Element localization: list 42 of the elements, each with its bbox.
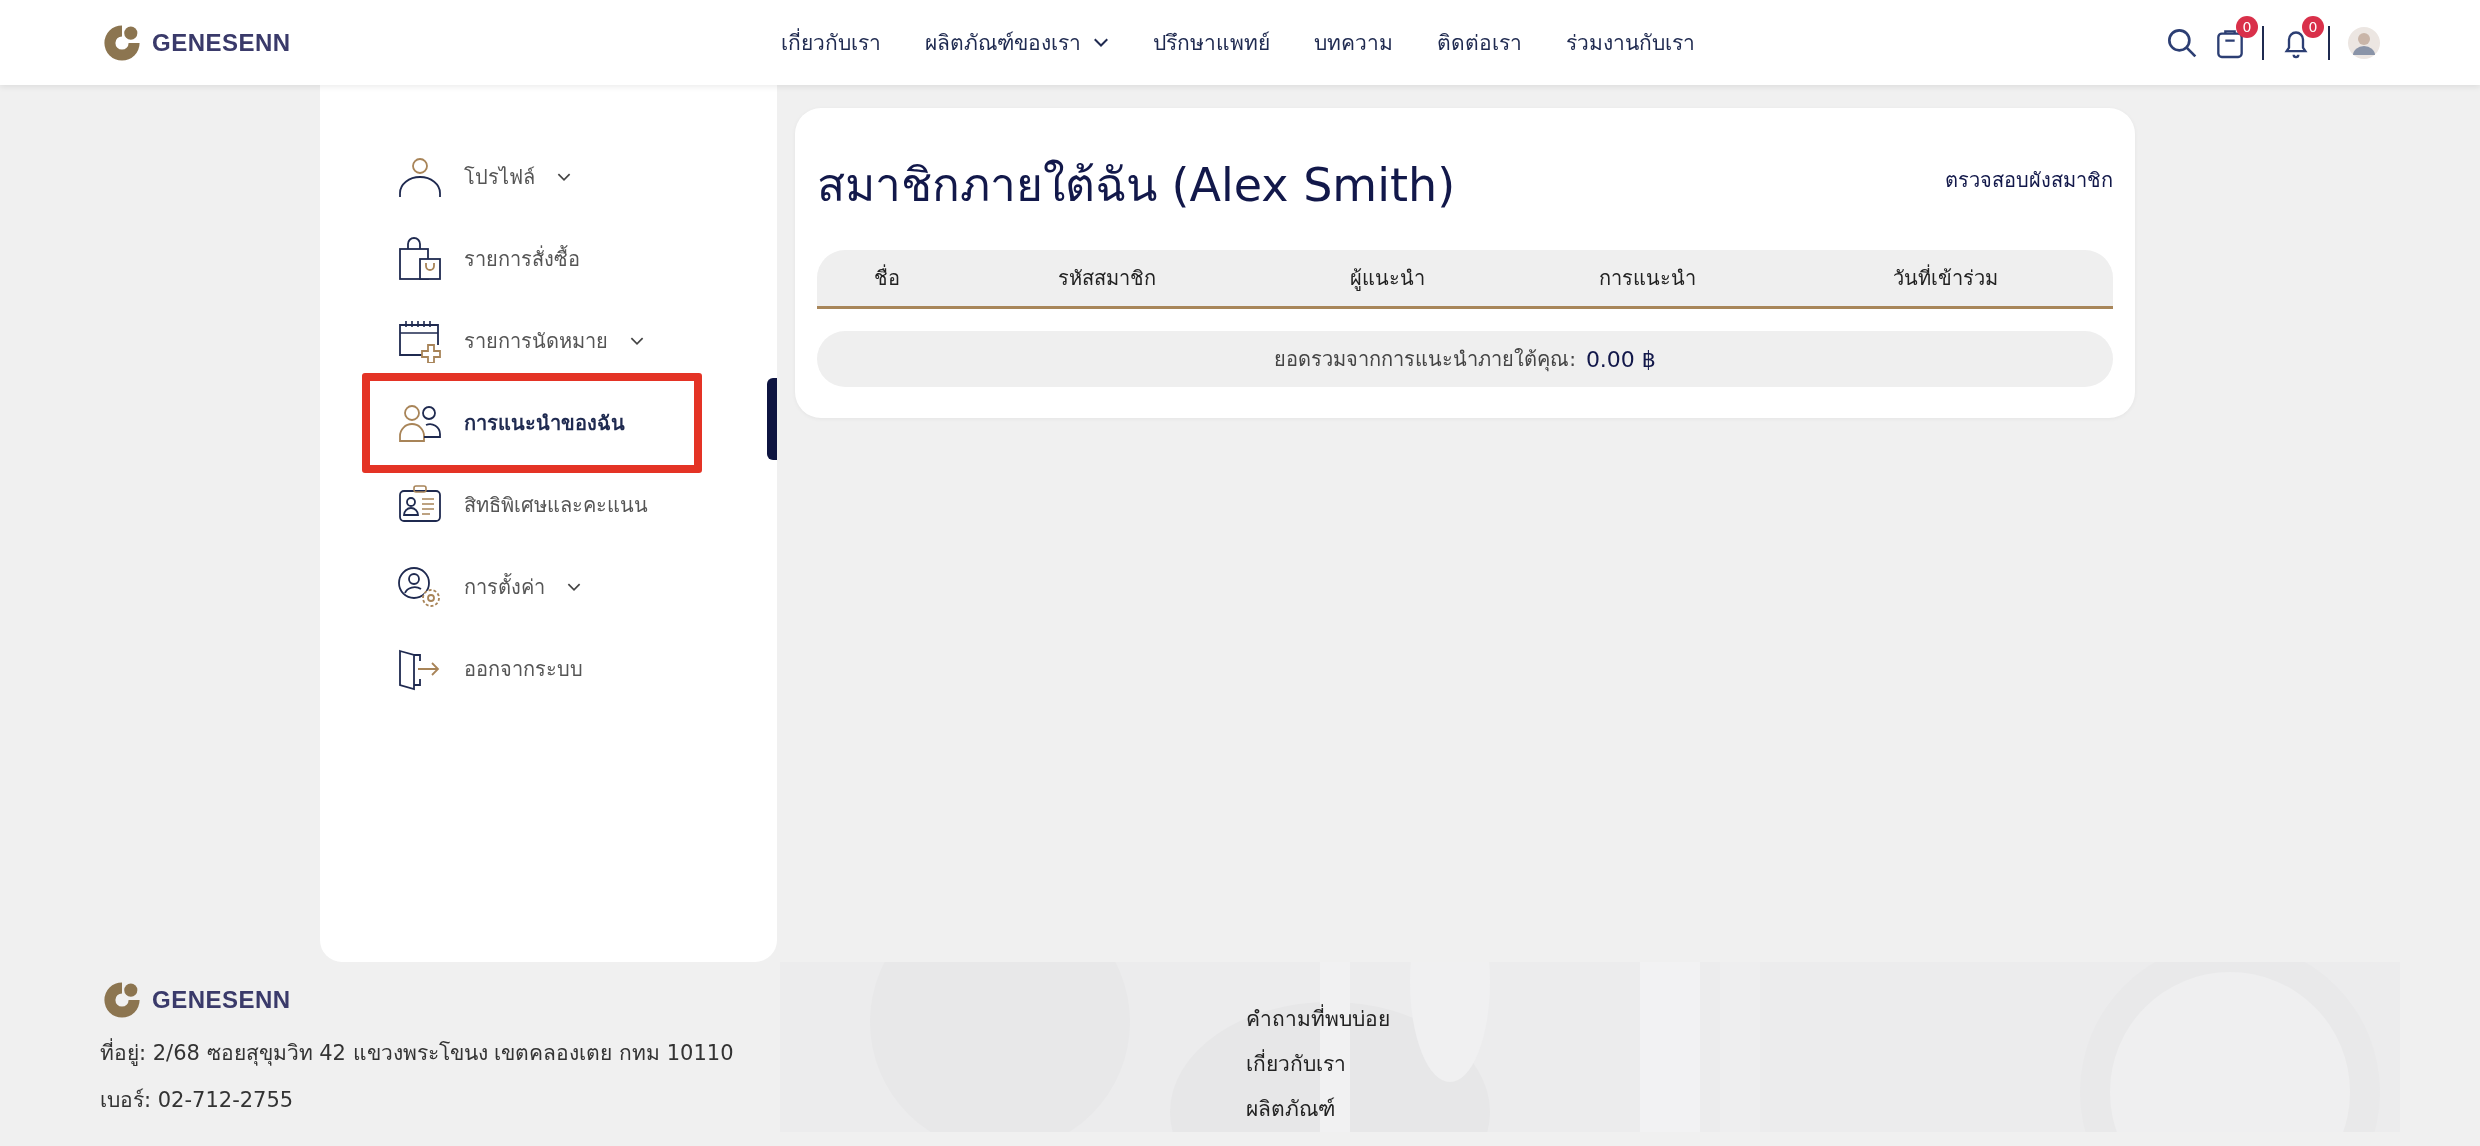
menu-item[interactable]: รายการนัดหมาย (362, 313, 662, 369)
nav-link[interactable]: ติดต่อเรา (1436, 26, 1522, 59)
member-tree-link[interactable]: ตรวจสอบผังสมาชิก (1945, 164, 2113, 196)
chevron-down-icon (1092, 37, 1109, 48)
highlighted-menu-item[interactable]: การแนะนำของฉัน (362, 373, 702, 473)
menu-item[interactable]: สิทธิพิเศษและคะแนน (362, 477, 662, 533)
column-header: วันที่เข้าร่วม (1891, 263, 1999, 292)
avatar-icon[interactable] (2348, 26, 2380, 59)
door-arrow-icon (398, 647, 442, 691)
nav-link[interactable]: เกี่ยวกับเรา (780, 26, 881, 59)
menu-item[interactable]: รายการสั่งซื้อ (362, 231, 662, 287)
total-value: 0.00 ฿ (1585, 346, 1656, 372)
search-icon[interactable] (2166, 26, 2198, 59)
nav-link[interactable]: ปรึกษาแพทย์ (1152, 26, 1270, 59)
nav-link[interactable]: ร่วมงานกับเรา (1565, 26, 1695, 59)
calendar-plus-icon (398, 319, 442, 363)
footer-link[interactable]: เกี่ยวกับเรา (1246, 1047, 1390, 1080)
phone-text: เบอร์: 02-712-2755 (100, 1087, 295, 1114)
menu-item[interactable]: โปรไฟล์ (362, 149, 662, 205)
logo-text[interactable]: GENESENN (152, 28, 291, 57)
column-header: การแนะนำ (1597, 265, 1697, 292)
column-header: ชื่อ (873, 263, 901, 292)
column-header: ผู้แนะนำ (1348, 265, 1426, 293)
shopping-bags-icon (398, 237, 442, 281)
menu-item[interactable]: ออกจากระบบ (362, 641, 662, 697)
chevron-down-icon (557, 172, 571, 182)
total-label: ยอดรวมจากการแนะนำภายใต้คุณ: (1274, 346, 1576, 374)
address-text: ที่อยู่: 2/68 ซอยสุขุมวิท 42 แขวงพระโขนง เขตคลองเตย กทม 10110 (100, 1036, 1246, 1069)
column-header: รหัสสมาชิก (1057, 265, 1157, 292)
nav-link[interactable]: ผลิตภัณฑ์ของเรา (924, 26, 1109, 59)
footer-link[interactable]: คำถามที่พบบ่อย (1246, 1002, 1390, 1035)
notification-count-badge: 0 (2302, 15, 2324, 38)
cart-count-badge: 0 (2236, 15, 2258, 38)
page-title: สมาชิกภายใต้ฉัน (Alex Smith) (817, 157, 1456, 214)
footer-link[interactable]: ผลิตภัณฑ์ (1246, 1092, 1390, 1125)
chevron-down-icon (630, 336, 644, 346)
user-gear-icon (398, 565, 442, 609)
nav-link[interactable]: บทความ (1313, 26, 1393, 59)
logo-text[interactable]: GENESENN (152, 986, 291, 1014)
chevron-down-icon (567, 582, 581, 592)
person-icon (398, 155, 442, 199)
menu-item[interactable]: การตั้งค่า (362, 559, 662, 615)
